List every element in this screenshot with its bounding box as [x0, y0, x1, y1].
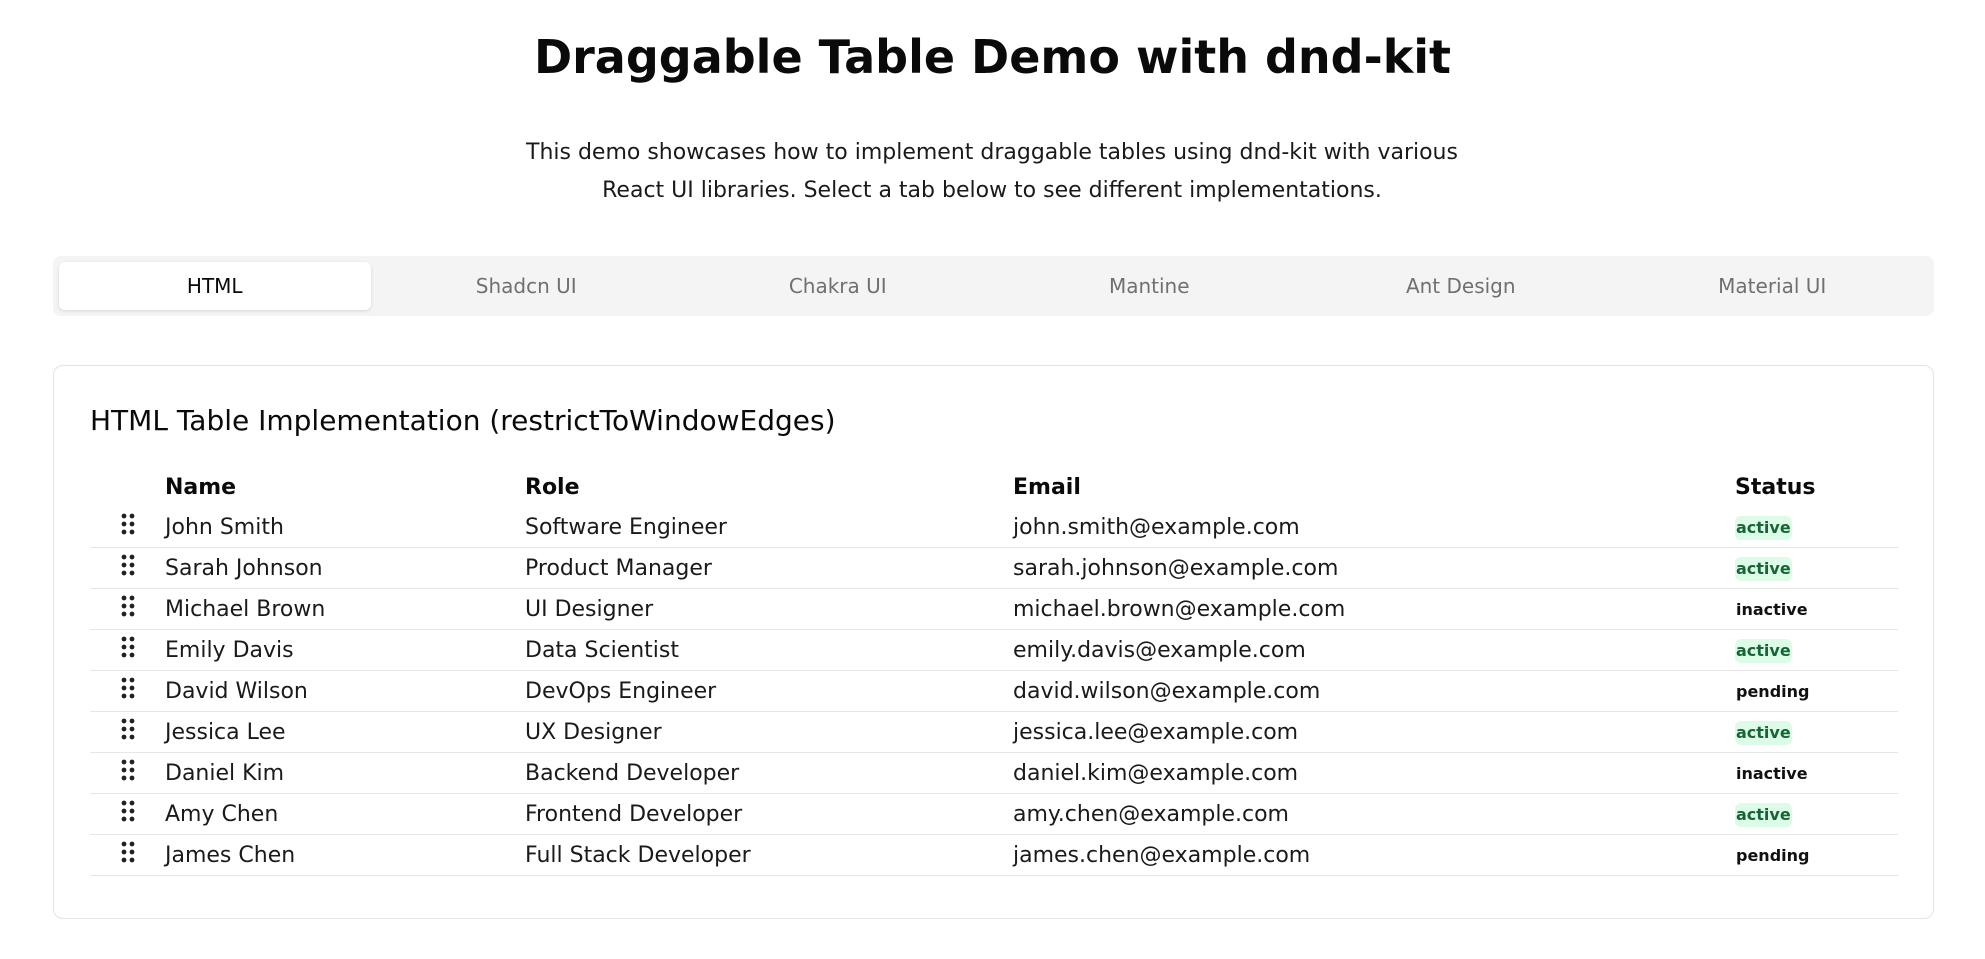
grip-vertical-icon[interactable] — [120, 758, 136, 788]
grip-vertical-icon[interactable] — [120, 717, 136, 747]
cell-name: Jessica Lee — [165, 711, 525, 753]
grip-vertical-icon[interactable] — [120, 635, 136, 665]
cell-name: David Wilson — [165, 670, 525, 712]
table-header-row: Name Role Email Status — [90, 467, 1898, 507]
status-badge: inactive — [1736, 600, 1808, 619]
cell-email: james.chen@example.com — [1013, 834, 1735, 876]
page-title: Draggable Table Demo with dnd-kit — [533, 30, 1452, 84]
column-header-handle — [90, 467, 165, 507]
cell-status: active — [1735, 711, 1898, 753]
card-title: HTML Table Implementation (restrictToWin… — [90, 404, 836, 437]
cell-email: michael.brown@example.com — [1013, 588, 1735, 630]
cell-role: Data Scientist — [525, 629, 1013, 671]
drag-handle-cell — [90, 547, 165, 589]
cell-status: active — [1735, 629, 1898, 671]
cell-role: Full Stack Developer — [525, 834, 1013, 876]
column-header-status: Status — [1735, 474, 1816, 500]
cell-role: Product Manager — [525, 547, 1013, 589]
grip-vertical-icon[interactable] — [120, 553, 136, 583]
tab-shadcn-ui[interactable]: Shadcn UI — [371, 262, 683, 310]
status-badge: active — [1735, 516, 1792, 540]
library-tabs: HTML Shadcn UI Chakra UI Mantine Ant Des… — [53, 256, 1934, 316]
grip-vertical-icon[interactable] — [120, 512, 136, 542]
cell-role: UX Designer — [525, 711, 1013, 753]
cell-role: DevOps Engineer — [525, 670, 1013, 712]
cell-status: pending — [1735, 834, 1898, 876]
cell-email: jessica.lee@example.com — [1013, 711, 1735, 753]
table-card: HTML Table Implementation (restrictToWin… — [53, 365, 1934, 919]
table-row[interactable]: James Chen Full Stack Developer james.chen… — [90, 834, 1898, 876]
cell-name: Amy Chen — [165, 793, 525, 835]
drag-handle-cell — [90, 711, 165, 753]
table-row[interactable]: Sarah Johnson Product Manager sarah.johnso… — [90, 547, 1898, 589]
cell-email: sarah.johnson@example.com — [1013, 547, 1735, 589]
cell-status: pending — [1735, 670, 1898, 712]
drag-handle-cell — [90, 752, 165, 794]
drag-handle-cell — [90, 507, 165, 548]
drag-handle-cell — [90, 670, 165, 712]
tab-ant-design[interactable]: Ant Design — [1305, 262, 1617, 310]
cell-name: Daniel Kim — [165, 752, 525, 794]
cell-name: Sarah Johnson — [165, 547, 525, 589]
grip-vertical-icon[interactable] — [120, 799, 136, 829]
column-header-name: Name — [165, 474, 237, 500]
cell-name: Emily Davis — [165, 629, 525, 671]
cell-status: inactive — [1735, 752, 1898, 794]
table-body: John Smith Software Engineer john.smith@ex… — [90, 507, 1898, 876]
status-badge: pending — [1736, 846, 1810, 865]
table-row[interactable]: Daniel Kim Backend Developer daniel.kim@ex… — [90, 752, 1898, 794]
cell-email: john.smith@example.com — [1013, 507, 1735, 548]
tab-html[interactable]: HTML — [59, 262, 371, 310]
table-row[interactable]: David Wilson DevOps Engineer david.wilson@… — [90, 670, 1898, 712]
cell-status: inactive — [1735, 588, 1898, 630]
drag-handle-cell — [90, 834, 165, 876]
table-row[interactable]: Michael Brown UI Designer michael.brown@ex… — [90, 588, 1898, 630]
tab-mantine[interactable]: Mantine — [994, 262, 1306, 310]
cell-status: active — [1735, 507, 1898, 548]
cell-email: daniel.kim@example.com — [1013, 752, 1735, 794]
cell-name: Michael Brown — [165, 588, 525, 630]
cell-email: david.wilson@example.com — [1013, 670, 1735, 712]
drag-handle-cell — [90, 588, 165, 630]
drag-handle-cell — [90, 793, 165, 835]
tab-material-ui[interactable]: Material UI — [1617, 262, 1929, 310]
grip-vertical-icon[interactable] — [120, 840, 136, 870]
cell-email: amy.chen@example.com — [1013, 793, 1735, 835]
table-header: Name Role Email Status — [90, 467, 1898, 507]
tab-chakra-ui[interactable]: Chakra UI — [682, 262, 994, 310]
table-row[interactable]: Jessica Lee UX Designer jessica.lee@exampl… — [90, 711, 1898, 753]
page-description: This demo showcases how to implement dra… — [526, 140, 1458, 203]
cell-role: Backend Developer — [525, 752, 1013, 794]
cell-role: UI Designer — [525, 588, 1013, 630]
status-badge: pending — [1736, 682, 1810, 701]
drag-handle-cell — [90, 629, 165, 671]
draggable-table: Name Role Email Status John Smith Softwar… — [90, 467, 1898, 876]
page: Draggable Table Demo with dnd-kit This d… — [0, 0, 1985, 959]
status-badge: inactive — [1736, 764, 1808, 783]
cell-status: active — [1735, 547, 1898, 589]
status-badge: active — [1735, 721, 1792, 745]
column-header-role: Role — [525, 474, 580, 500]
cell-role: Frontend Developer — [525, 793, 1013, 835]
cell-status: active — [1735, 793, 1898, 835]
cell-name: John Smith — [165, 507, 525, 548]
status-badge: active — [1735, 639, 1792, 663]
grip-vertical-icon[interactable] — [120, 594, 136, 624]
status-badge: active — [1735, 803, 1792, 827]
table-row[interactable]: Emily Davis Data Scientist emily.davis@exa… — [90, 629, 1898, 671]
cell-email: emily.davis@example.com — [1013, 629, 1735, 671]
table-row[interactable]: Amy Chen Frontend Developer amy.chen@examp… — [90, 793, 1898, 835]
column-header-email: Email — [1013, 474, 1081, 500]
status-badge: active — [1735, 557, 1792, 581]
cell-role: Software Engineer — [525, 507, 1013, 548]
table-row[interactable]: John Smith Software Engineer john.smith@ex… — [90, 507, 1898, 548]
grip-vertical-icon[interactable] — [120, 676, 136, 706]
cell-name: James Chen — [165, 834, 525, 876]
